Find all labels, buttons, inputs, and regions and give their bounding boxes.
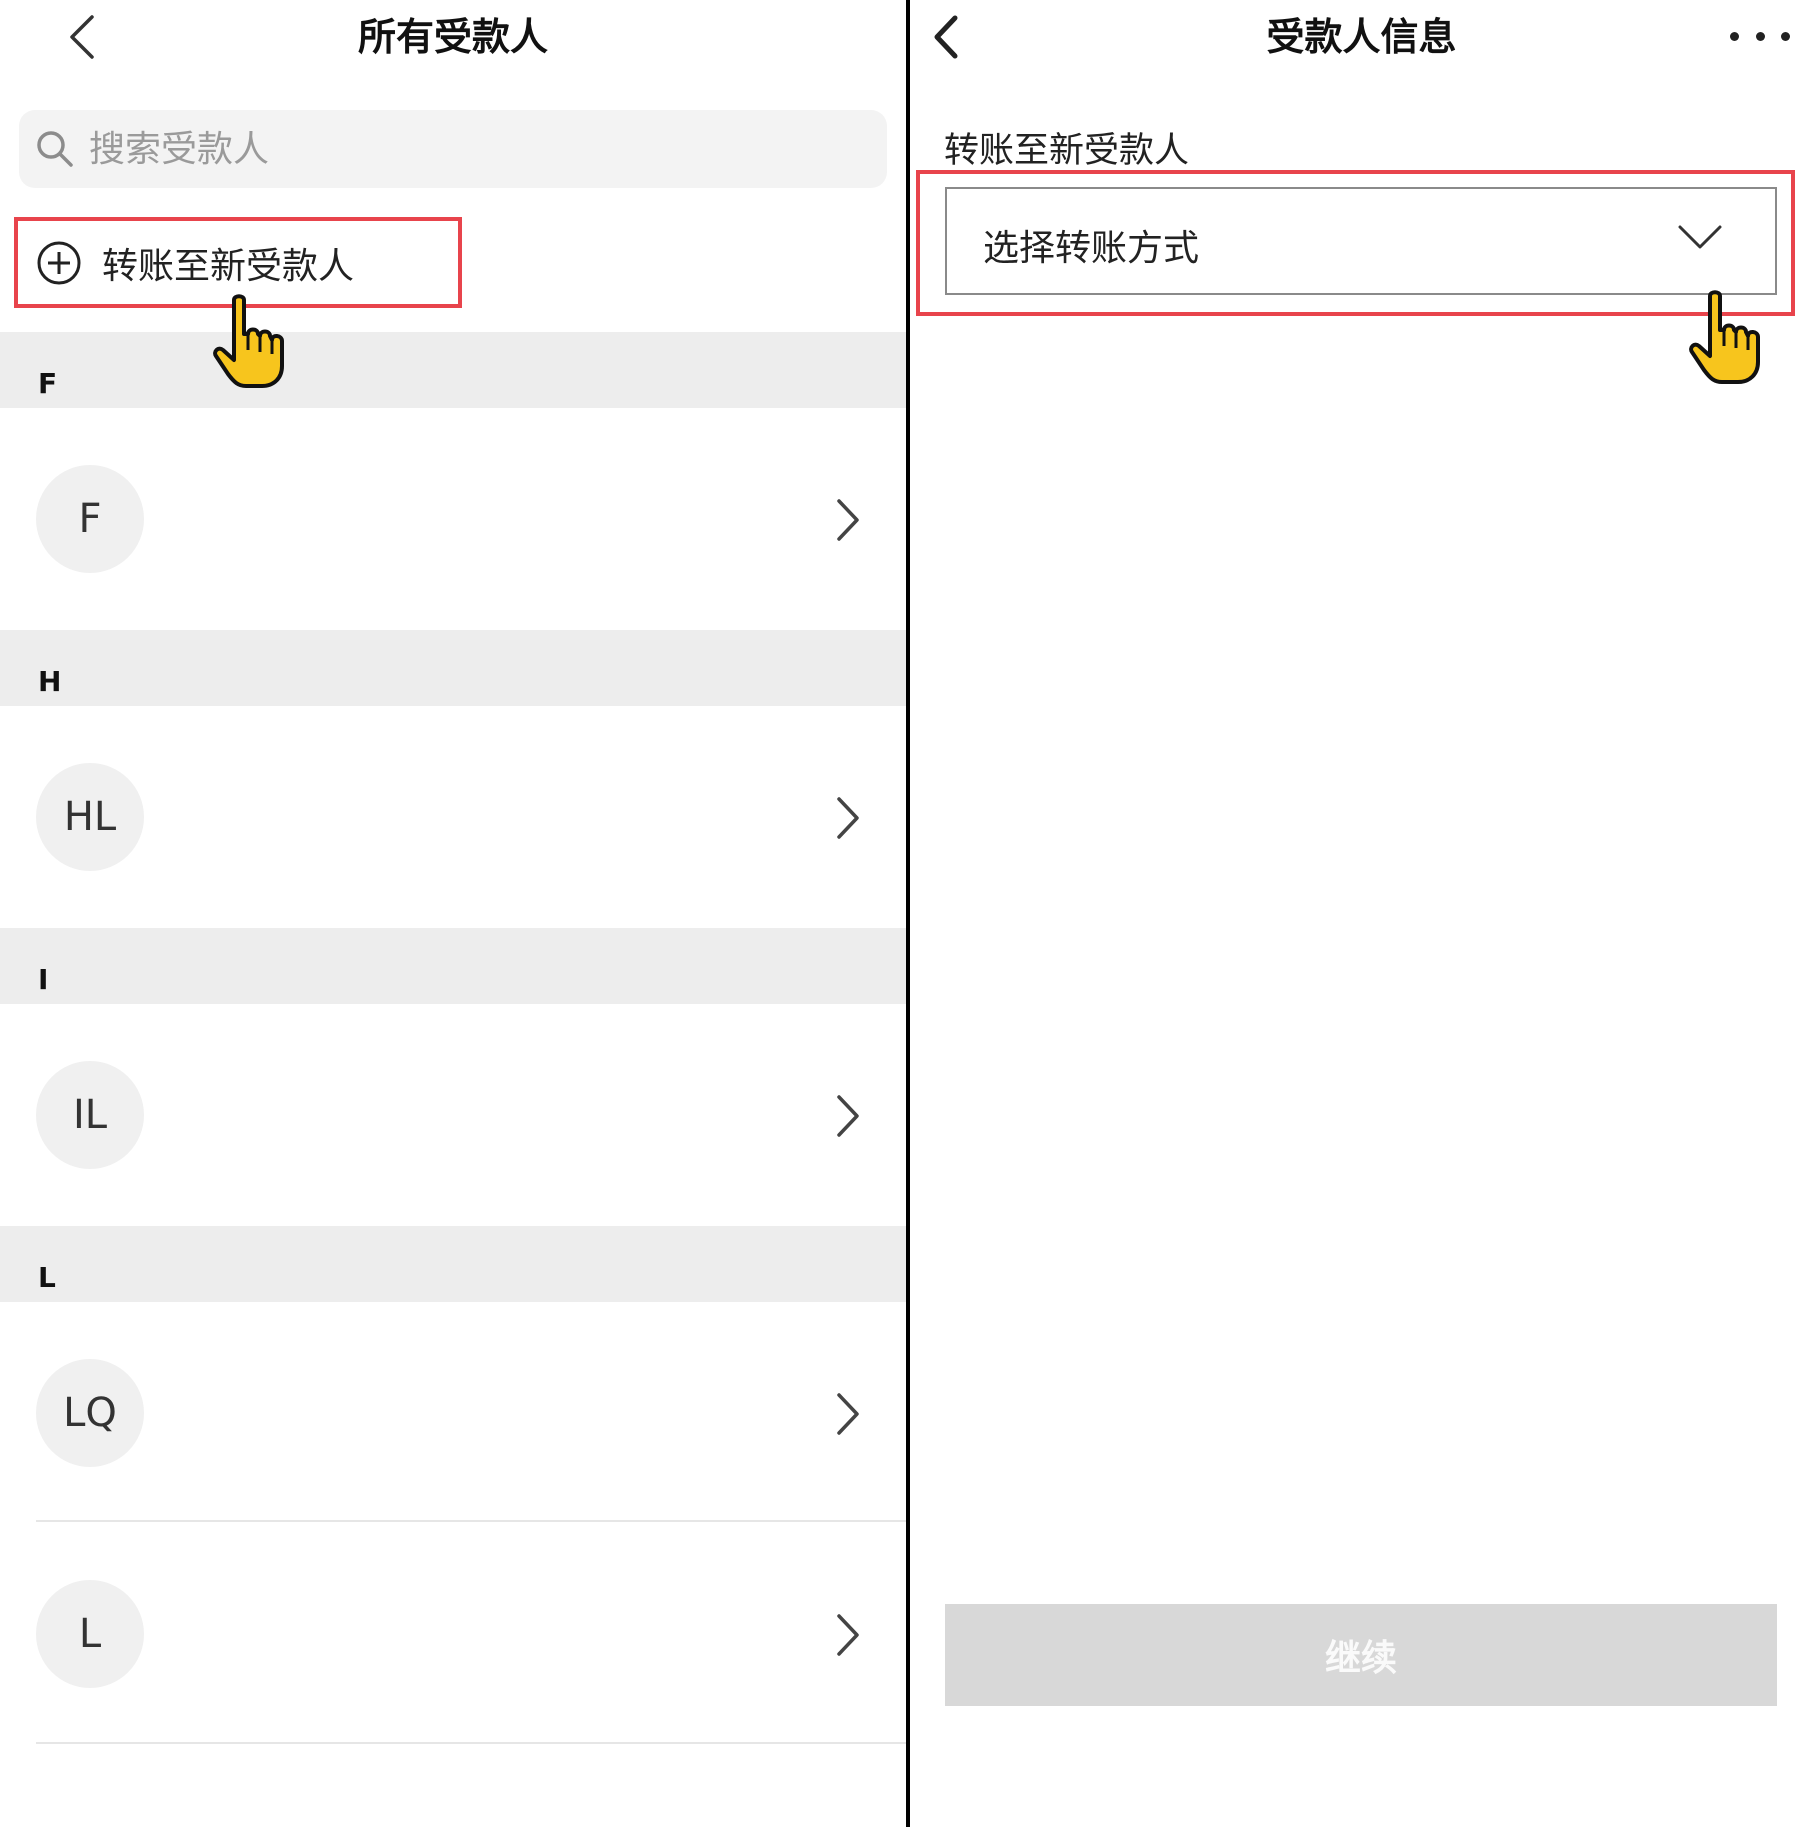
chevron-right-icon: [837, 797, 859, 839]
chevron-down-icon: [1678, 225, 1722, 249]
avatar: L: [36, 1580, 144, 1688]
avatar: IL: [36, 1061, 144, 1169]
pointing-hand-icon: [1689, 290, 1760, 384]
more-icon: [1730, 31, 1739, 41]
payee-row-l[interactable]: L: [0, 1580, 906, 1690]
section-header-f: F: [0, 332, 906, 408]
more-icon-dot: [1781, 31, 1790, 41]
row-divider: [36, 1742, 906, 1744]
payee-row-lq[interactable]: LQ: [0, 1359, 906, 1469]
chevron-right-icon: [837, 499, 859, 541]
avatar: LQ: [36, 1359, 144, 1467]
chevron-right-icon: [837, 1393, 859, 1435]
section-letter: F: [38, 367, 58, 400]
page-title: 所有受款人: [357, 15, 548, 59]
more-options-button[interactable]: [1730, 24, 1790, 48]
avatar: F: [36, 465, 144, 573]
add-new-payee-label: 转账至新受款人: [102, 245, 355, 287]
search-input[interactable]: [89, 128, 789, 170]
payee-row-f[interactable]: F: [0, 465, 906, 575]
payee-row-il[interactable]: IL: [0, 1061, 906, 1171]
search-bar[interactable]: [19, 110, 887, 188]
pointing-hand-icon: [213, 294, 284, 388]
transfer-field-label: 转账至新受款人: [944, 131, 1190, 171]
section-letter: L: [38, 1261, 56, 1294]
chevron-right-icon: [837, 1614, 859, 1656]
section-header-i: I: [0, 928, 906, 1004]
chevron-right-icon: [837, 1095, 859, 1137]
add-circle-icon: [37, 241, 81, 284]
transfer-method-placeholder: 选择转账方式: [983, 228, 1200, 269]
section-letter: H: [38, 665, 62, 698]
section-header-l: L: [0, 1226, 906, 1302]
avatar: HL: [36, 763, 144, 871]
search-icon: [37, 131, 73, 167]
payee-row-hl[interactable]: HL: [0, 763, 906, 873]
row-divider: [36, 1520, 906, 1522]
section-header-h: H: [0, 630, 906, 706]
all-payees-screen: 所有受款人 转账至新受款人 F F H HL I: [0, 0, 906, 1827]
more-icon-dot: [1755, 31, 1765, 41]
section-letter: I: [38, 963, 49, 996]
continue-button[interactable]: 继续: [945, 1604, 1777, 1706]
page-title: 受款人信息: [1266, 15, 1457, 59]
payee-info-screen: 受款人信息 转账至新受款人 选择转账方式 继续: [910, 0, 1813, 1827]
transfer-method-select[interactable]: 选择转账方式: [945, 187, 1777, 295]
